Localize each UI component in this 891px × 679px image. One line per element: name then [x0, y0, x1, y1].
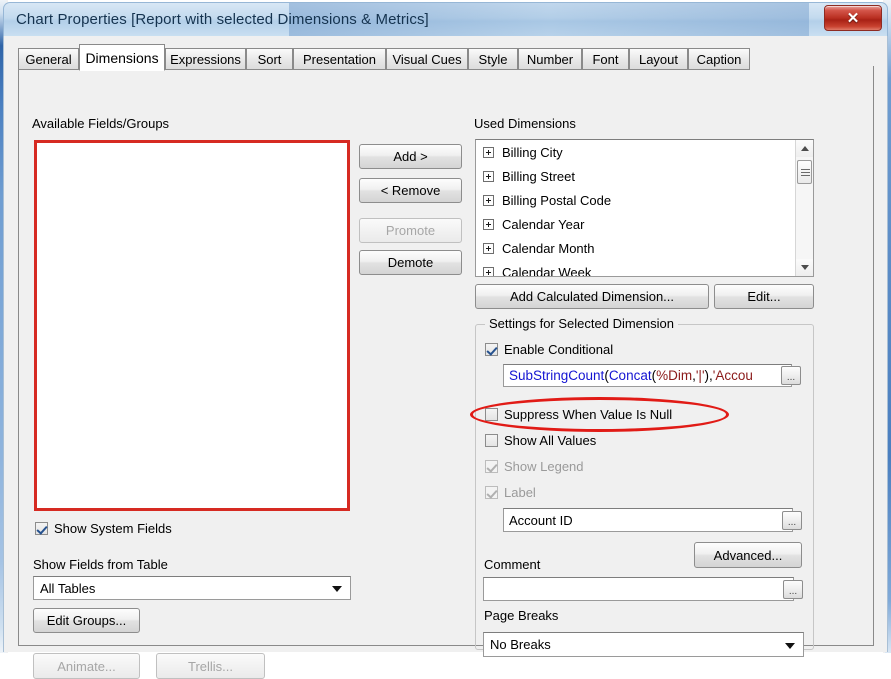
list-item[interactable]: Calendar Week: [476, 260, 813, 277]
triangle-up-icon: [800, 146, 809, 151]
page-breaks-label: Page Breaks: [484, 608, 559, 623]
remove-button[interactable]: < Remove: [359, 178, 462, 203]
expand-plus-icon[interactable]: [483, 242, 494, 254]
comment-browse-button[interactable]: ...: [783, 580, 803, 599]
enable-conditional-label: Enable Conditional: [504, 342, 614, 357]
scroll-up-arrow-icon[interactable]: [796, 140, 813, 157]
list-item[interactable]: Calendar Year: [476, 212, 813, 236]
list-item[interactable]: Billing Postal Code: [476, 188, 813, 212]
conditional-expression-field[interactable]: SubStringCount(Concat(%Dim, '|'), 'Accou: [503, 364, 792, 387]
title-bar: Chart Properties [Report with selected D…: [3, 2, 888, 36]
dimension-label-browse-button[interactable]: ...: [782, 511, 802, 530]
tab-expressions[interactable]: Expressions: [165, 48, 246, 70]
tab-number[interactable]: Number: [518, 48, 582, 70]
grip-line: [801, 169, 810, 170]
scroll-down-arrow-icon[interactable]: [796, 259, 813, 276]
tab-presentation[interactable]: Presentation: [293, 48, 386, 70]
used-dimensions-scrollbar[interactable]: [795, 140, 813, 276]
list-item-label: Calendar Year: [502, 216, 585, 232]
used-dimensions-list[interactable]: Billing City Billing Street Billing Post…: [475, 139, 814, 277]
show-system-fields-label: Show System Fields: [54, 521, 172, 536]
suppress-when-value-is-null-label: Suppress When Value Is Null: [504, 407, 673, 422]
window-title: Chart Properties [Report with selected D…: [16, 11, 429, 28]
promote-button: Promote: [359, 218, 462, 243]
edit-groups-button[interactable]: Edit Groups...: [33, 608, 140, 633]
label-checkbox: Label: [485, 485, 536, 500]
chart-properties-dialog: Chart Properties [Report with selected D…: [0, 0, 891, 679]
trellis-button: Trellis...: [156, 653, 265, 679]
expr-token: Concat: [608, 368, 652, 383]
list-item-label: Billing City: [502, 144, 563, 160]
available-fields-label: Available Fields/Groups: [32, 116, 170, 131]
page-breaks-dropdown[interactable]: No Breaks: [483, 632, 804, 657]
triangle-down-icon: [800, 265, 809, 270]
tab-sort[interactable]: Sort: [246, 48, 293, 70]
enable-conditional-checkbox[interactable]: Enable Conditional: [485, 342, 613, 357]
dimension-label-input[interactable]: Account ID: [503, 508, 793, 532]
chevron-down-icon: [785, 642, 795, 649]
available-fields-list[interactable]: [34, 140, 350, 511]
tab-font[interactable]: Font: [582, 48, 629, 70]
demote-button[interactable]: Demote: [359, 250, 462, 275]
expand-plus-icon[interactable]: [483, 266, 494, 276]
expand-plus-icon[interactable]: [483, 146, 494, 158]
show-legend-label: Show Legend: [504, 459, 584, 474]
expr-token: %Dim: [656, 368, 693, 383]
advanced-button[interactable]: Advanced...: [694, 542, 802, 568]
chevron-down-icon: [332, 586, 342, 592]
scrollbar-thumb[interactable]: [797, 160, 812, 184]
show-legend-checkbox: Show Legend: [485, 459, 584, 474]
list-item-label: Calendar Week: [502, 264, 592, 277]
checkbox-box: [485, 408, 498, 421]
expr-token: ),: [704, 368, 713, 383]
show-fields-from-table-label: Show Fields from Table: [33, 557, 168, 572]
list-item[interactable]: Calendar Month: [476, 236, 813, 260]
tab-layout[interactable]: Layout: [629, 48, 688, 70]
expand-plus-icon[interactable]: [483, 218, 494, 230]
list-item-label: Billing Street: [502, 168, 575, 184]
add-calculated-dimension-button[interactable]: Add Calculated Dimension...: [475, 284, 709, 309]
close-icon: ✕: [846, 9, 860, 27]
grip-line: [801, 175, 810, 176]
checkbox-box: [485, 460, 498, 473]
show-system-fields-checkbox[interactable]: Show System Fields: [35, 521, 172, 536]
conditional-expression-browse-button[interactable]: ...: [781, 366, 801, 385]
show-all-values-checkbox[interactable]: Show All Values: [485, 433, 596, 448]
comment-label: Comment: [484, 557, 541, 572]
grip-line: [801, 172, 810, 173]
table-filter-dropdown[interactable]: All Tables: [33, 576, 351, 600]
suppress-when-value-is-null-checkbox[interactable]: Suppress When Value Is Null: [485, 407, 672, 422]
expr-token: 'Accou: [712, 368, 753, 383]
list-item-label: Billing Postal Code: [502, 192, 612, 208]
edit-dimension-button[interactable]: Edit...: [714, 284, 814, 309]
close-button[interactable]: ✕: [824, 5, 882, 31]
comment-input[interactable]: [483, 577, 794, 601]
checkbox-box: [35, 522, 48, 535]
table-filter-value: All Tables: [40, 580, 96, 596]
used-dimensions-label: Used Dimensions: [474, 116, 576, 131]
expr-token: '|': [695, 368, 705, 383]
checkbox-box: [485, 486, 498, 499]
expr-token: SubStringCount: [509, 368, 605, 383]
tab-visual-cues[interactable]: Visual Cues: [386, 48, 468, 70]
tab-style[interactable]: Style: [468, 48, 518, 70]
tab-dimensions[interactable]: Dimensions: [79, 44, 165, 71]
checkbox-box: [485, 434, 498, 447]
label-checkbox-label: Label: [504, 485, 536, 500]
page-breaks-value: No Breaks: [490, 637, 551, 652]
list-item[interactable]: Billing City: [476, 140, 813, 164]
tab-general[interactable]: General: [18, 48, 79, 70]
expand-plus-icon[interactable]: [483, 194, 494, 206]
list-item-label: Calendar Month: [502, 240, 595, 256]
tab-strip: General Dimensions Expressions Sort Pres…: [18, 44, 874, 71]
dialog-body: General Dimensions Expressions Sort Pres…: [3, 36, 888, 679]
checkbox-box: [485, 343, 498, 356]
animate-button: Animate...: [33, 653, 140, 679]
list-item[interactable]: Billing Street: [476, 164, 813, 188]
tab-caption[interactable]: Caption: [688, 48, 750, 70]
show-all-values-label: Show All Values: [504, 433, 597, 448]
expand-plus-icon[interactable]: [483, 170, 494, 182]
settings-group-title: Settings for Selected Dimension: [485, 316, 678, 331]
add-button[interactable]: Add >: [359, 144, 462, 169]
